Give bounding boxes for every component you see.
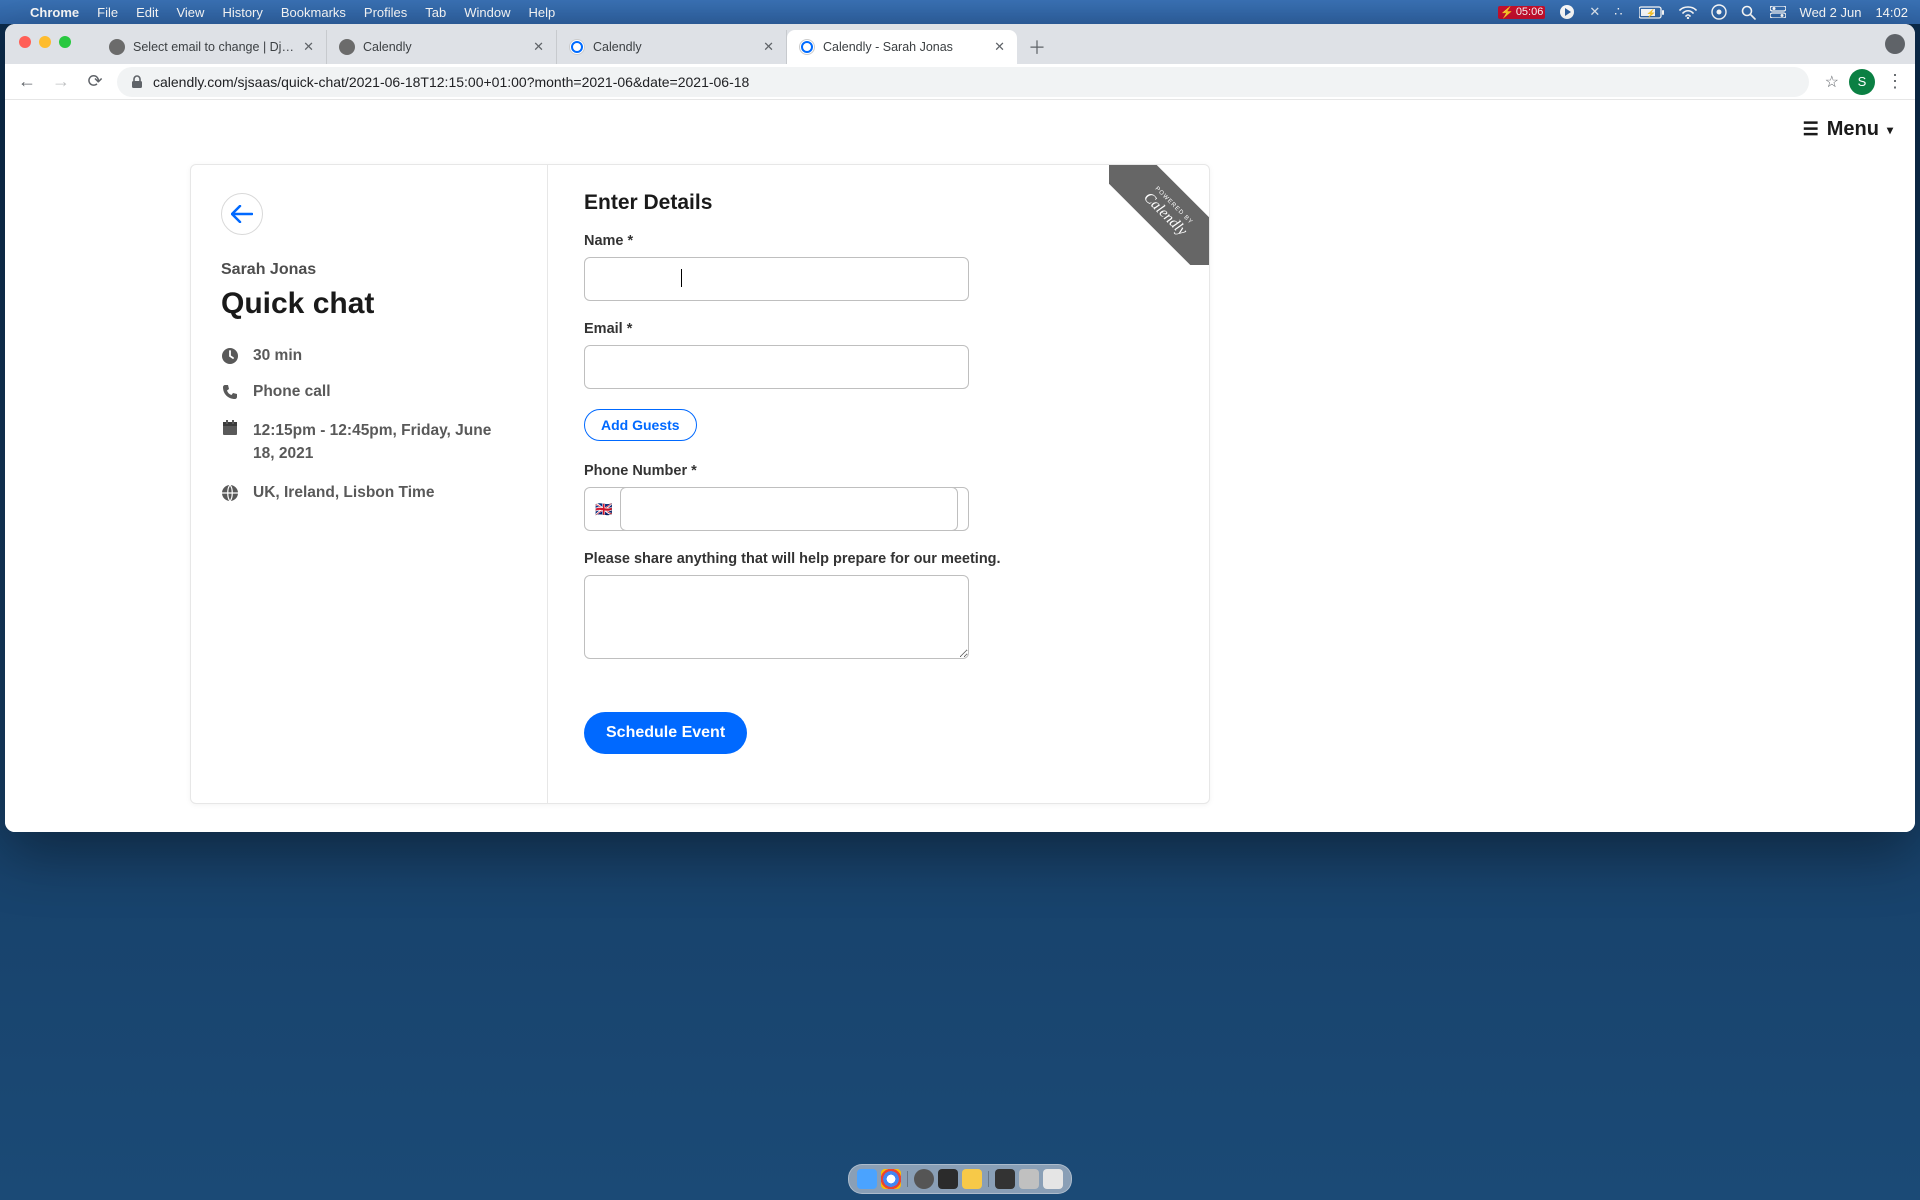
dock-app[interactable] xyxy=(1019,1169,1039,1189)
battery-icon[interactable]: ⚡ xyxy=(1639,6,1665,19)
close-tab-icon[interactable]: ✕ xyxy=(994,39,1005,55)
page-menu-label: Menu xyxy=(1827,118,1879,141)
fullscreen-window-button[interactable] xyxy=(59,36,71,48)
browser-tab-active[interactable]: Calendly - Sarah Jonas ✕ xyxy=(787,30,1017,64)
menubar-item-tab[interactable]: Tab xyxy=(425,5,446,20)
close-tab-icon[interactable]: ✕ xyxy=(763,39,774,55)
tab-strip: Select email to change | Django ✕ Calend… xyxy=(5,24,1915,64)
phone-icon xyxy=(221,383,241,401)
dock-separator xyxy=(907,1171,908,1187)
wifi-icon[interactable] xyxy=(1679,6,1697,19)
browser-tab[interactable]: Calendly ✕ xyxy=(327,30,557,64)
menubar-app-name[interactable]: Chrome xyxy=(30,5,79,20)
schedule-event-button[interactable]: Schedule Event xyxy=(584,712,747,754)
favicon-icon xyxy=(339,39,355,55)
menubar-item-help[interactable]: Help xyxy=(529,5,556,20)
forward-button[interactable]: → xyxy=(49,71,73,92)
status-icon-2[interactable]: ✕ xyxy=(1589,4,1600,20)
menubar-time[interactable]: 14:02 xyxy=(1875,5,1908,20)
favicon-icon xyxy=(109,39,125,55)
phone-label: Phone Number * xyxy=(584,463,1173,479)
email-label: Email * xyxy=(584,321,1173,337)
profile-avatar[interactable]: S xyxy=(1849,69,1875,95)
country-flag-icon[interactable]: 🇬🇧 xyxy=(595,501,612,518)
calendar-icon xyxy=(221,419,241,437)
clock-icon xyxy=(221,347,241,365)
page-content: ☰ Menu ▾ Sarah Jonas Quick chat 30 min xyxy=(5,100,1915,832)
text-cursor-icon xyxy=(681,269,682,287)
dock-app-trash[interactable] xyxy=(1043,1169,1063,1189)
close-tab-icon[interactable]: ✕ xyxy=(303,39,314,55)
tab-title: Calendly xyxy=(363,40,525,54)
globe-icon xyxy=(221,484,241,502)
status-icon[interactable] xyxy=(1559,4,1575,20)
hamburger-icon: ☰ xyxy=(1803,119,1819,140)
window-controls xyxy=(19,36,71,48)
name-label: Name * xyxy=(584,233,1173,249)
event-name: Quick chat xyxy=(221,287,517,321)
phone-input-group: 🇬🇧 xyxy=(584,487,969,531)
reload-button[interactable]: ⟳ xyxy=(83,71,107,92)
menubar-item-bookmarks[interactable]: Bookmarks xyxy=(281,5,346,20)
host-name: Sarah Jonas xyxy=(221,261,517,279)
status-icon-3[interactable]: ∴ xyxy=(1614,4,1624,20)
menubar-item-window[interactable]: Window xyxy=(464,5,510,20)
dock-separator xyxy=(988,1171,989,1187)
browser-tab[interactable]: Select email to change | Django ✕ xyxy=(97,30,327,64)
control-center-icon[interactable] xyxy=(1711,4,1727,20)
dock-app[interactable] xyxy=(914,1169,934,1189)
dock-app-finder[interactable] xyxy=(857,1169,877,1189)
datetime-text: 12:15pm - 12:45pm, Friday, June 18, 2021 xyxy=(253,419,517,466)
form-heading: Enter Details xyxy=(584,191,1173,215)
macos-dock xyxy=(848,1164,1072,1194)
notes-input[interactable] xyxy=(584,575,969,659)
macos-menubar: Chrome File Edit View History Bookmarks … xyxy=(0,0,1920,24)
menubar-item-view[interactable]: View xyxy=(176,5,204,20)
url-text: calendly.com/sjsaas/quick-chat/2021-06-1… xyxy=(153,74,749,90)
duration-text: 30 min xyxy=(253,347,302,365)
back-button[interactable]: ← xyxy=(15,71,39,92)
address-bar[interactable]: calendly.com/sjsaas/quick-chat/2021-06-1… xyxy=(117,67,1809,97)
menubar-item-edit[interactable]: Edit xyxy=(136,5,158,20)
booking-card: Sarah Jonas Quick chat 30 min Phone call xyxy=(190,164,1210,804)
browser-toolbar: ← → ⟳ calendly.com/sjsaas/quick-chat/202… xyxy=(5,64,1915,100)
new-tab-button[interactable]: ＋ xyxy=(1023,33,1051,61)
caret-down-icon: ▾ xyxy=(1887,123,1893,137)
close-tab-icon[interactable]: ✕ xyxy=(533,39,544,55)
page-menu-button[interactable]: ☰ Menu ▾ xyxy=(1803,118,1893,141)
name-input[interactable] xyxy=(584,257,969,301)
lock-icon xyxy=(131,75,143,89)
minimize-window-button[interactable] xyxy=(39,36,51,48)
tab-title: Calendly xyxy=(593,40,755,54)
favicon-icon xyxy=(799,39,815,55)
tab-title: Calendly - Sarah Jonas xyxy=(823,40,986,54)
svg-text:⚡: ⚡ xyxy=(1646,8,1656,18)
chrome-menu-icon[interactable]: ⋮ xyxy=(1885,71,1905,92)
tab-overflow-icon[interactable] xyxy=(1885,34,1905,54)
dock-app[interactable] xyxy=(962,1169,982,1189)
battery-time-indicator[interactable]: ⚡05:06 xyxy=(1498,6,1545,19)
timezone-text: UK, Ireland, Lisbon Time xyxy=(253,484,434,502)
dock-app-chrome[interactable] xyxy=(881,1169,901,1189)
dock-app[interactable] xyxy=(938,1169,958,1189)
browser-window: Select email to change | Django ✕ Calend… xyxy=(5,24,1915,832)
phone-input[interactable] xyxy=(620,487,958,531)
menubar-date[interactable]: Wed 2 Jun xyxy=(1800,5,1862,20)
add-guests-button[interactable]: Add Guests xyxy=(584,409,697,441)
tab-title: Select email to change | Django xyxy=(133,40,295,54)
back-button[interactable] xyxy=(221,193,263,235)
spotlight-icon[interactable] xyxy=(1741,5,1756,20)
notes-label: Please share anything that will help pre… xyxy=(584,551,1173,567)
browser-tab[interactable]: Calendly ✕ xyxy=(557,30,787,64)
bookmark-star-icon[interactable]: ☆ xyxy=(1825,72,1839,92)
favicon-icon xyxy=(569,39,585,55)
menubar-item-profiles[interactable]: Profiles xyxy=(364,5,407,20)
dock-app[interactable] xyxy=(995,1169,1015,1189)
menubar-item-file[interactable]: File xyxy=(97,5,118,20)
close-window-button[interactable] xyxy=(19,36,31,48)
email-input[interactable] xyxy=(584,345,969,389)
location-text: Phone call xyxy=(253,383,331,401)
menubar-item-history[interactable]: History xyxy=(222,5,262,20)
control-center-icon-2[interactable] xyxy=(1770,6,1786,18)
